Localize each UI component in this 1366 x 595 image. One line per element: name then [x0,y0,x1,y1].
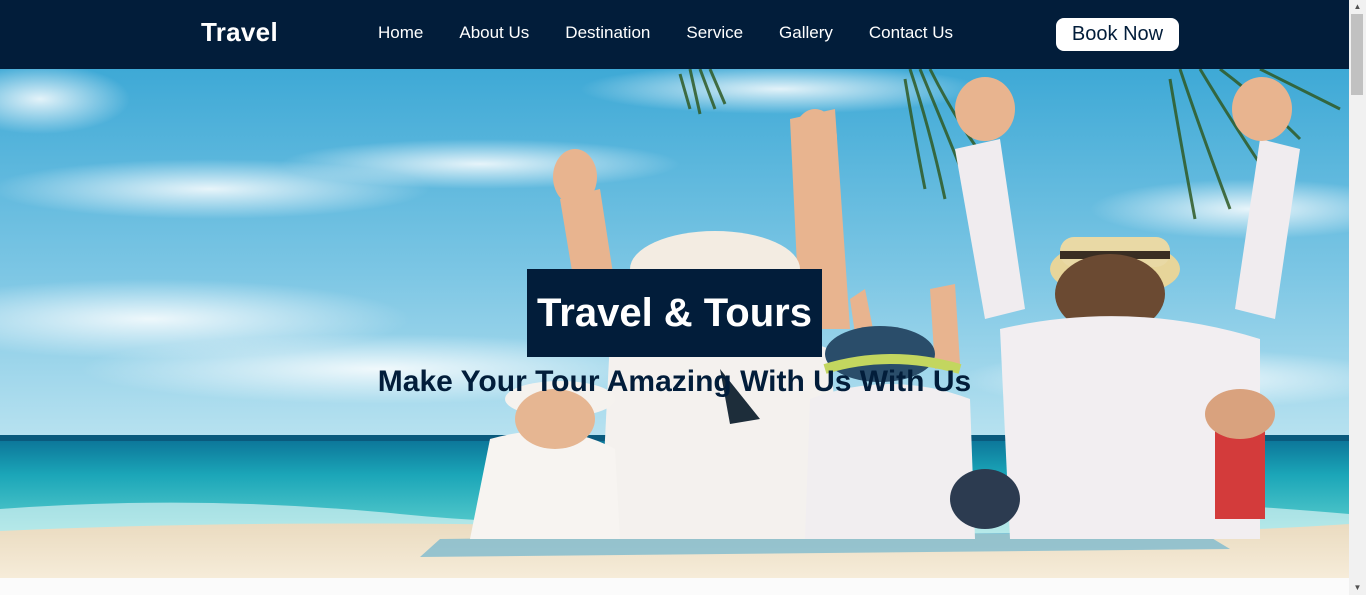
hero-title-box: Travel & Tours [527,269,822,357]
navbar: Travel Home About Us Destination Service… [0,0,1349,69]
nav-link-about-us[interactable]: About Us [459,23,529,43]
scrollbar-thumb[interactable] [1351,14,1363,95]
nav-link-home[interactable]: Home [378,23,423,43]
nav-link-destination[interactable]: Destination [565,23,650,43]
page-content-start [0,578,1349,595]
hero-title: Travel & Tours [537,290,812,335]
book-now-button[interactable]: Book Now [1056,18,1179,51]
triangle-down-icon[interactable]: ▼ [1349,581,1366,595]
hero-section: Travel & Tours Make Your Tour Amazing Wi… [0,69,1349,578]
hero-subtitle: Make Your Tour Amazing With Us With Us [377,365,972,398]
triangle-up-icon[interactable]: ▲ [1349,0,1366,14]
page: Travel Home About Us Destination Service… [0,0,1366,595]
vertical-scrollbar[interactable]: ▲ ▼ [1349,0,1366,595]
main-nav: Home About Us Destination Service Galler… [378,23,989,43]
nav-link-gallery[interactable]: Gallery [779,23,833,43]
nav-link-service[interactable]: Service [686,23,743,43]
brand-logo-link[interactable]: Travel [201,17,278,48]
nav-link-contact-us[interactable]: Contact Us [869,23,953,43]
